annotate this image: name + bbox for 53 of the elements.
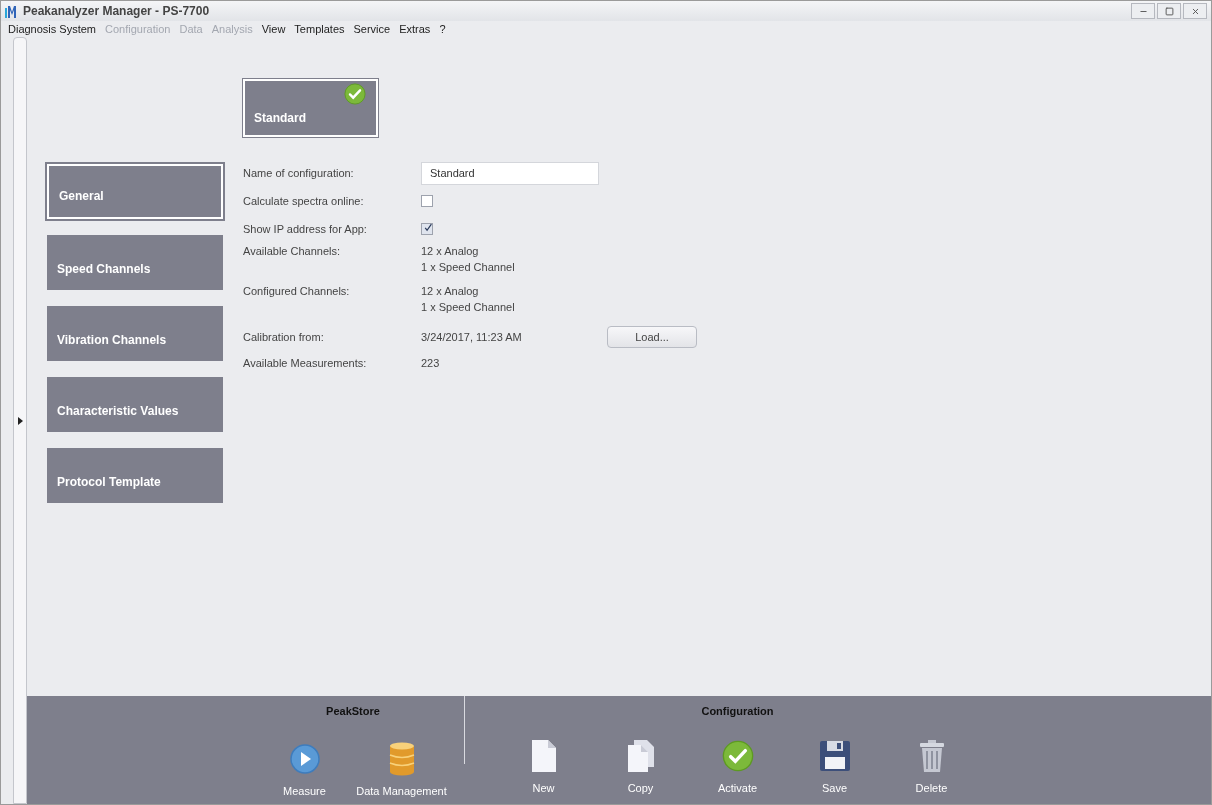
maximize-button[interactable]	[1157, 3, 1181, 19]
toolbar-button[interactable]: Copy	[592, 737, 689, 796]
field-label: Configured Channels:	[243, 284, 351, 299]
active-check-icon	[344, 83, 366, 105]
group-title: PeakStore	[326, 704, 380, 719]
load-button[interactable]: Load...	[607, 326, 697, 348]
menu-item[interactable]: View	[261, 20, 286, 38]
toolbar-button[interactable]: Activate	[689, 737, 786, 796]
field-label: Calculate spectra online:	[243, 193, 365, 209]
value-text: 12 x Analog	[421, 284, 480, 299]
maximize-icon	[1164, 6, 1174, 16]
close-icon	[1190, 6, 1200, 16]
group-title: Configuration	[701, 704, 774, 719]
toolbar-button[interactable]: Delete	[883, 737, 980, 796]
section-tile[interactable]: Characteristic Values	[47, 377, 223, 432]
field-label: Show IP address for App:	[243, 221, 368, 237]
menu-item[interactable]: Diagnosis System	[8, 20, 97, 38]
checkbox[interactable]	[421, 223, 433, 235]
value-text: 3/24/2017, 11:23 AM	[421, 329, 523, 345]
copy-icon	[625, 738, 656, 773]
value-text: 1 x Speed Channel	[421, 300, 515, 315]
section-tile[interactable]: Protocol Template	[47, 448, 223, 503]
close-button[interactable]	[1183, 3, 1207, 19]
section-tile[interactable]: General	[47, 164, 223, 219]
value-text: 223	[421, 355, 440, 371]
field-label: Calibration from:	[243, 329, 325, 345]
window-title: Peakanalyzer Manager - PS-7700	[23, 3, 210, 20]
menu-item[interactable]: ?	[439, 20, 446, 38]
app-logo-icon	[5, 4, 19, 18]
checkbox[interactable]	[421, 195, 433, 207]
play-icon	[288, 743, 321, 775]
field-label: Name of configuration:	[243, 165, 355, 181]
toolbar-button[interactable]: New	[495, 737, 592, 796]
document-icon	[529, 738, 558, 773]
toolbar-button[interactable]: Save	[786, 737, 883, 796]
menu-item[interactable]: Extras	[399, 20, 431, 38]
configuration-tile[interactable]: Standard	[243, 79, 378, 137]
minimize-button[interactable]	[1131, 3, 1155, 19]
configuration-name: Standard	[254, 110, 306, 127]
menu-item[interactable]: Service	[353, 20, 391, 38]
field-label: Available Measurements:	[243, 355, 368, 371]
toolbar-button[interactable]: Data Management	[353, 741, 450, 800]
field-label: Available Channels:	[243, 244, 342, 259]
menu-item[interactable]: Templates	[294, 20, 345, 38]
section-tile[interactable]: Vibration Channels	[47, 306, 223, 361]
checkmark-icon	[721, 739, 754, 772]
value-text: 12 x Analog	[421, 244, 480, 259]
expand-arrow-icon[interactable]	[17, 416, 23, 425]
configuration-name-field[interactable]: Standard	[421, 161, 599, 185]
section-tile[interactable]: Speed Channels	[47, 235, 223, 290]
trash-can-icon	[918, 738, 945, 773]
toolbar-button[interactable]: Measure	[256, 741, 353, 800]
value-text: 1 x Speed Channel	[421, 260, 515, 275]
